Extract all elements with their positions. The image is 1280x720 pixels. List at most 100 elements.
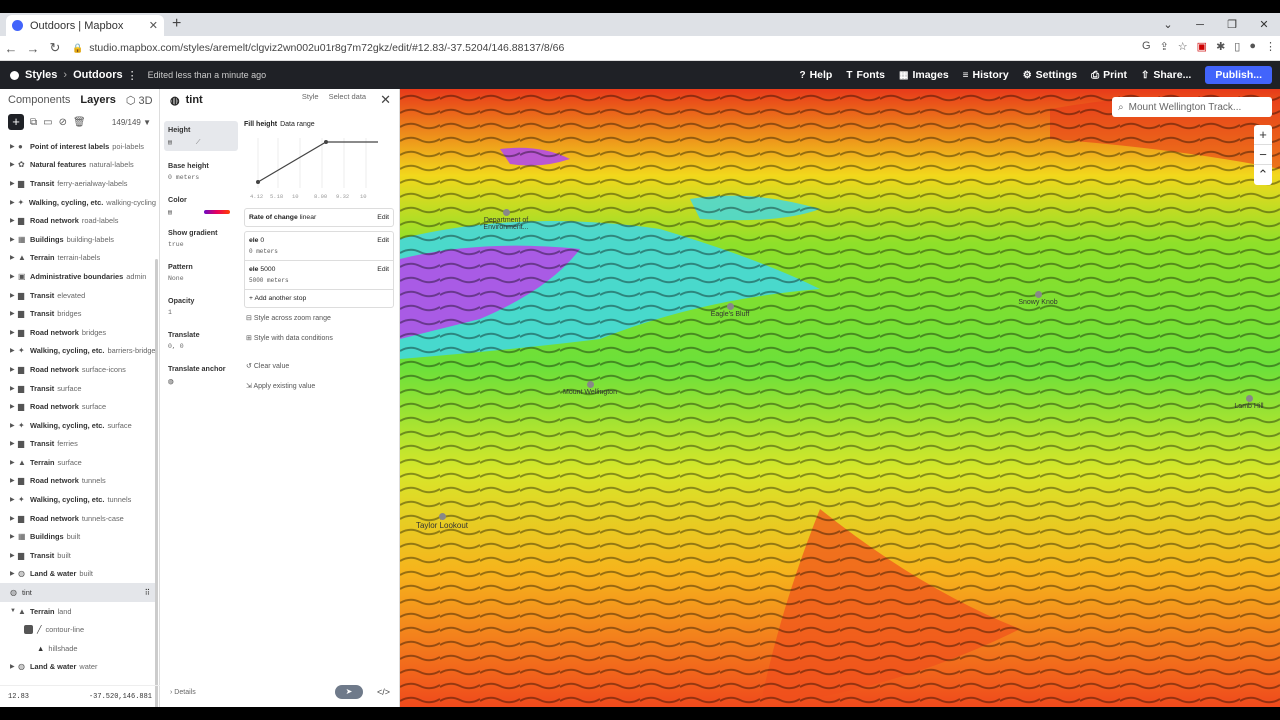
- close-window-icon[interactable]: ✕: [1248, 18, 1280, 31]
- layer-row[interactable]: ▶ ▆ Road network surface: [0, 397, 156, 416]
- layer-row[interactable]: ▶ ▆ Road network bridges: [0, 323, 156, 342]
- close-icon[interactable]: ✕: [380, 92, 391, 108]
- expand-icon[interactable]: ▶: [10, 440, 18, 447]
- details-toggle[interactable]: › Details: [170, 689, 196, 696]
- expand-icon[interactable]: ▶: [10, 459, 18, 466]
- layer-row[interactable]: ▶ ▆ Road network tunnels-case: [0, 509, 156, 528]
- filter-icon[interactable]: ▼: [143, 118, 151, 127]
- property-item[interactable]: Color ▤: [164, 191, 238, 218]
- layer-child-row[interactable]: ▲ hillshade: [0, 639, 156, 658]
- stop-handle[interactable]: [324, 140, 328, 144]
- expand-icon[interactable]: ▶: [10, 663, 18, 670]
- map-poi[interactable]: Snowy Knob: [1008, 291, 1068, 306]
- pointer-mode-toggle[interactable]: ➤: [334, 685, 363, 699]
- tab-style[interactable]: Style: [302, 92, 319, 108]
- new-tab-icon[interactable]: +: [172, 15, 181, 33]
- property-item[interactable]: Base height 0 meters: [164, 157, 238, 185]
- expand-icon[interactable]: ▶: [10, 366, 18, 373]
- style-data-conditions-link[interactable]: ⊞ Style with data conditions: [244, 328, 394, 348]
- map-poi[interactable]: Taylor Lookout: [412, 513, 472, 530]
- delete-icon[interactable]: 🗑: [73, 117, 86, 128]
- stop-row[interactable]: ele 0 0 meters Edit: [245, 232, 393, 261]
- forward-icon[interactable]: →: [22, 41, 44, 56]
- tab-3d[interactable]: ⬡ 3D: [126, 94, 153, 107]
- stop-row[interactable]: ele 5000 5000 meters Edit: [245, 261, 393, 290]
- layer-row[interactable]: ▶ ◍ Land & water built: [0, 565, 156, 584]
- layer-row[interactable]: ▶ ▆ Road network tunnels: [0, 472, 156, 491]
- expand-icon[interactable]: ▶: [10, 180, 18, 187]
- share-button[interactable]: ⇧ Share...: [1141, 69, 1191, 81]
- back-icon[interactable]: ←: [0, 41, 22, 56]
- property-item[interactable]: Show gradient true: [164, 224, 238, 252]
- code-icon[interactable]: </>: [377, 687, 390, 697]
- map-poi[interactable]: Eagle's Bluff: [700, 303, 760, 318]
- browser-tab[interactable]: Outdoors | Mapbox ✕: [6, 15, 164, 36]
- rate-edit[interactable]: Edit: [377, 214, 389, 221]
- expand-icon[interactable]: ▶: [10, 570, 18, 577]
- property-item[interactable]: Opacity 1: [164, 292, 238, 320]
- expand-icon[interactable]: ▶: [10, 347, 18, 354]
- google-icon[interactable]: G: [1142, 40, 1151, 53]
- layer-row[interactable]: ▶ ▆ Road network surface-icons: [0, 360, 156, 379]
- expand-icon[interactable]: ▶: [10, 329, 18, 336]
- history-button[interactable]: ≡ History: [963, 69, 1009, 81]
- add-stop-button[interactable]: + Add another stop: [245, 290, 393, 307]
- expand-icon[interactable]: ▶: [10, 199, 18, 206]
- data-range-label[interactable]: Data range: [280, 121, 315, 128]
- folder-icon[interactable]: ▭: [43, 117, 52, 128]
- stop-edit[interactable]: Edit: [377, 237, 389, 255]
- property-item[interactable]: Translate anchor ◍: [164, 360, 238, 391]
- share-icon[interactable]: ⇪: [1160, 40, 1169, 53]
- layer-row[interactable]: ▶ ▆ Transit surface: [0, 379, 156, 398]
- expand-icon[interactable]: ▶: [10, 477, 18, 484]
- layer-row[interactable]: ▶ ▆ Transit elevated: [0, 286, 156, 305]
- layer-row[interactable]: ▶ ▲ Terrain terrain-labels: [0, 249, 156, 268]
- url-field[interactable]: 🔒 studio.mapbox.com/styles/aremelt/clgvi…: [72, 38, 1096, 58]
- style-name[interactable]: Outdoors: [73, 69, 123, 81]
- print-button[interactable]: ⎙ Print: [1091, 69, 1127, 81]
- zoom-out-button[interactable]: −: [1254, 145, 1272, 165]
- expand-icon[interactable]: ▶: [10, 292, 18, 299]
- drag-handle-icon[interactable]: ⠿: [145, 588, 150, 597]
- layer-row[interactable]: ▼ ▲ Terrain land: [0, 602, 156, 621]
- maximize-icon[interactable]: ❐: [1216, 18, 1248, 31]
- layer-child-row[interactable]: ╱ contour-line: [0, 620, 156, 639]
- range-graph[interactable]: 4.12 5.18 10 8.00 9.32 10: [244, 132, 394, 204]
- layer-row[interactable]: ▶ ▦ Buildings built: [0, 527, 156, 546]
- collapse-icon[interactable]: ▼: [10, 608, 18, 614]
- expand-icon[interactable]: ▶: [10, 254, 18, 261]
- apply-existing-value-link[interactable]: ⇲ Apply existing value: [244, 376, 394, 396]
- puzzle-icon[interactable]: ✱: [1216, 40, 1225, 53]
- hide-icon[interactable]: ⊘: [59, 117, 67, 128]
- style-menu-icon[interactable]: ⋮: [127, 69, 138, 82]
- star-icon[interactable]: ☆: [1178, 40, 1188, 53]
- stop-edit[interactable]: Edit: [377, 266, 389, 284]
- add-layer-button[interactable]: +: [8, 114, 24, 130]
- pdf-extension-icon[interactable]: ▣: [1197, 40, 1207, 53]
- expand-icon[interactable]: ▶: [10, 143, 18, 150]
- map-canvas[interactable]: ⌕ Mount Wellington Track... + − ⌃ Departm…: [400, 89, 1280, 707]
- layer-row[interactable]: ▶ ◍ Land & water water: [0, 658, 156, 677]
- more-icon[interactable]: ⋮: [1265, 40, 1276, 53]
- stop-handle[interactable]: [256, 180, 260, 184]
- styles-link[interactable]: Styles: [25, 69, 57, 81]
- style-zoom-range-link[interactable]: ⊟ Style across zoom range: [244, 308, 394, 328]
- publish-button[interactable]: Publish...: [1205, 66, 1272, 84]
- settings-button[interactable]: ⚙ Settings: [1023, 69, 1077, 81]
- clear-value-link[interactable]: ↺ Clear value: [244, 356, 394, 376]
- layer-scrollbar[interactable]: [155, 259, 158, 707]
- layer-row[interactable]: ▶ ▆ Transit built: [0, 546, 156, 565]
- layer-row[interactable]: ▶ ▆ Transit ferry-aerialway-labels: [0, 174, 156, 193]
- expand-icon[interactable]: ▶: [10, 385, 18, 392]
- expand-icon[interactable]: ▶: [10, 403, 18, 410]
- layer-row-selected[interactable]: ◍ tint ⠿: [0, 583, 156, 602]
- expand-icon[interactable]: ▶: [10, 422, 18, 429]
- tab-components[interactable]: Components: [8, 94, 70, 106]
- help-button[interactable]: ? Help: [799, 69, 832, 81]
- layer-row[interactable]: ▶ ✦ Walking, cycling, etc. surface: [0, 416, 156, 435]
- images-button[interactable]: ▦ Images: [899, 69, 949, 81]
- expand-icon[interactable]: ▶: [10, 217, 18, 224]
- duplicate-icon[interactable]: ⧉: [30, 117, 37, 128]
- property-item[interactable]: Translate 0, 0: [164, 326, 238, 354]
- layer-row[interactable]: ▶ ▆ Transit ferries: [0, 435, 156, 454]
